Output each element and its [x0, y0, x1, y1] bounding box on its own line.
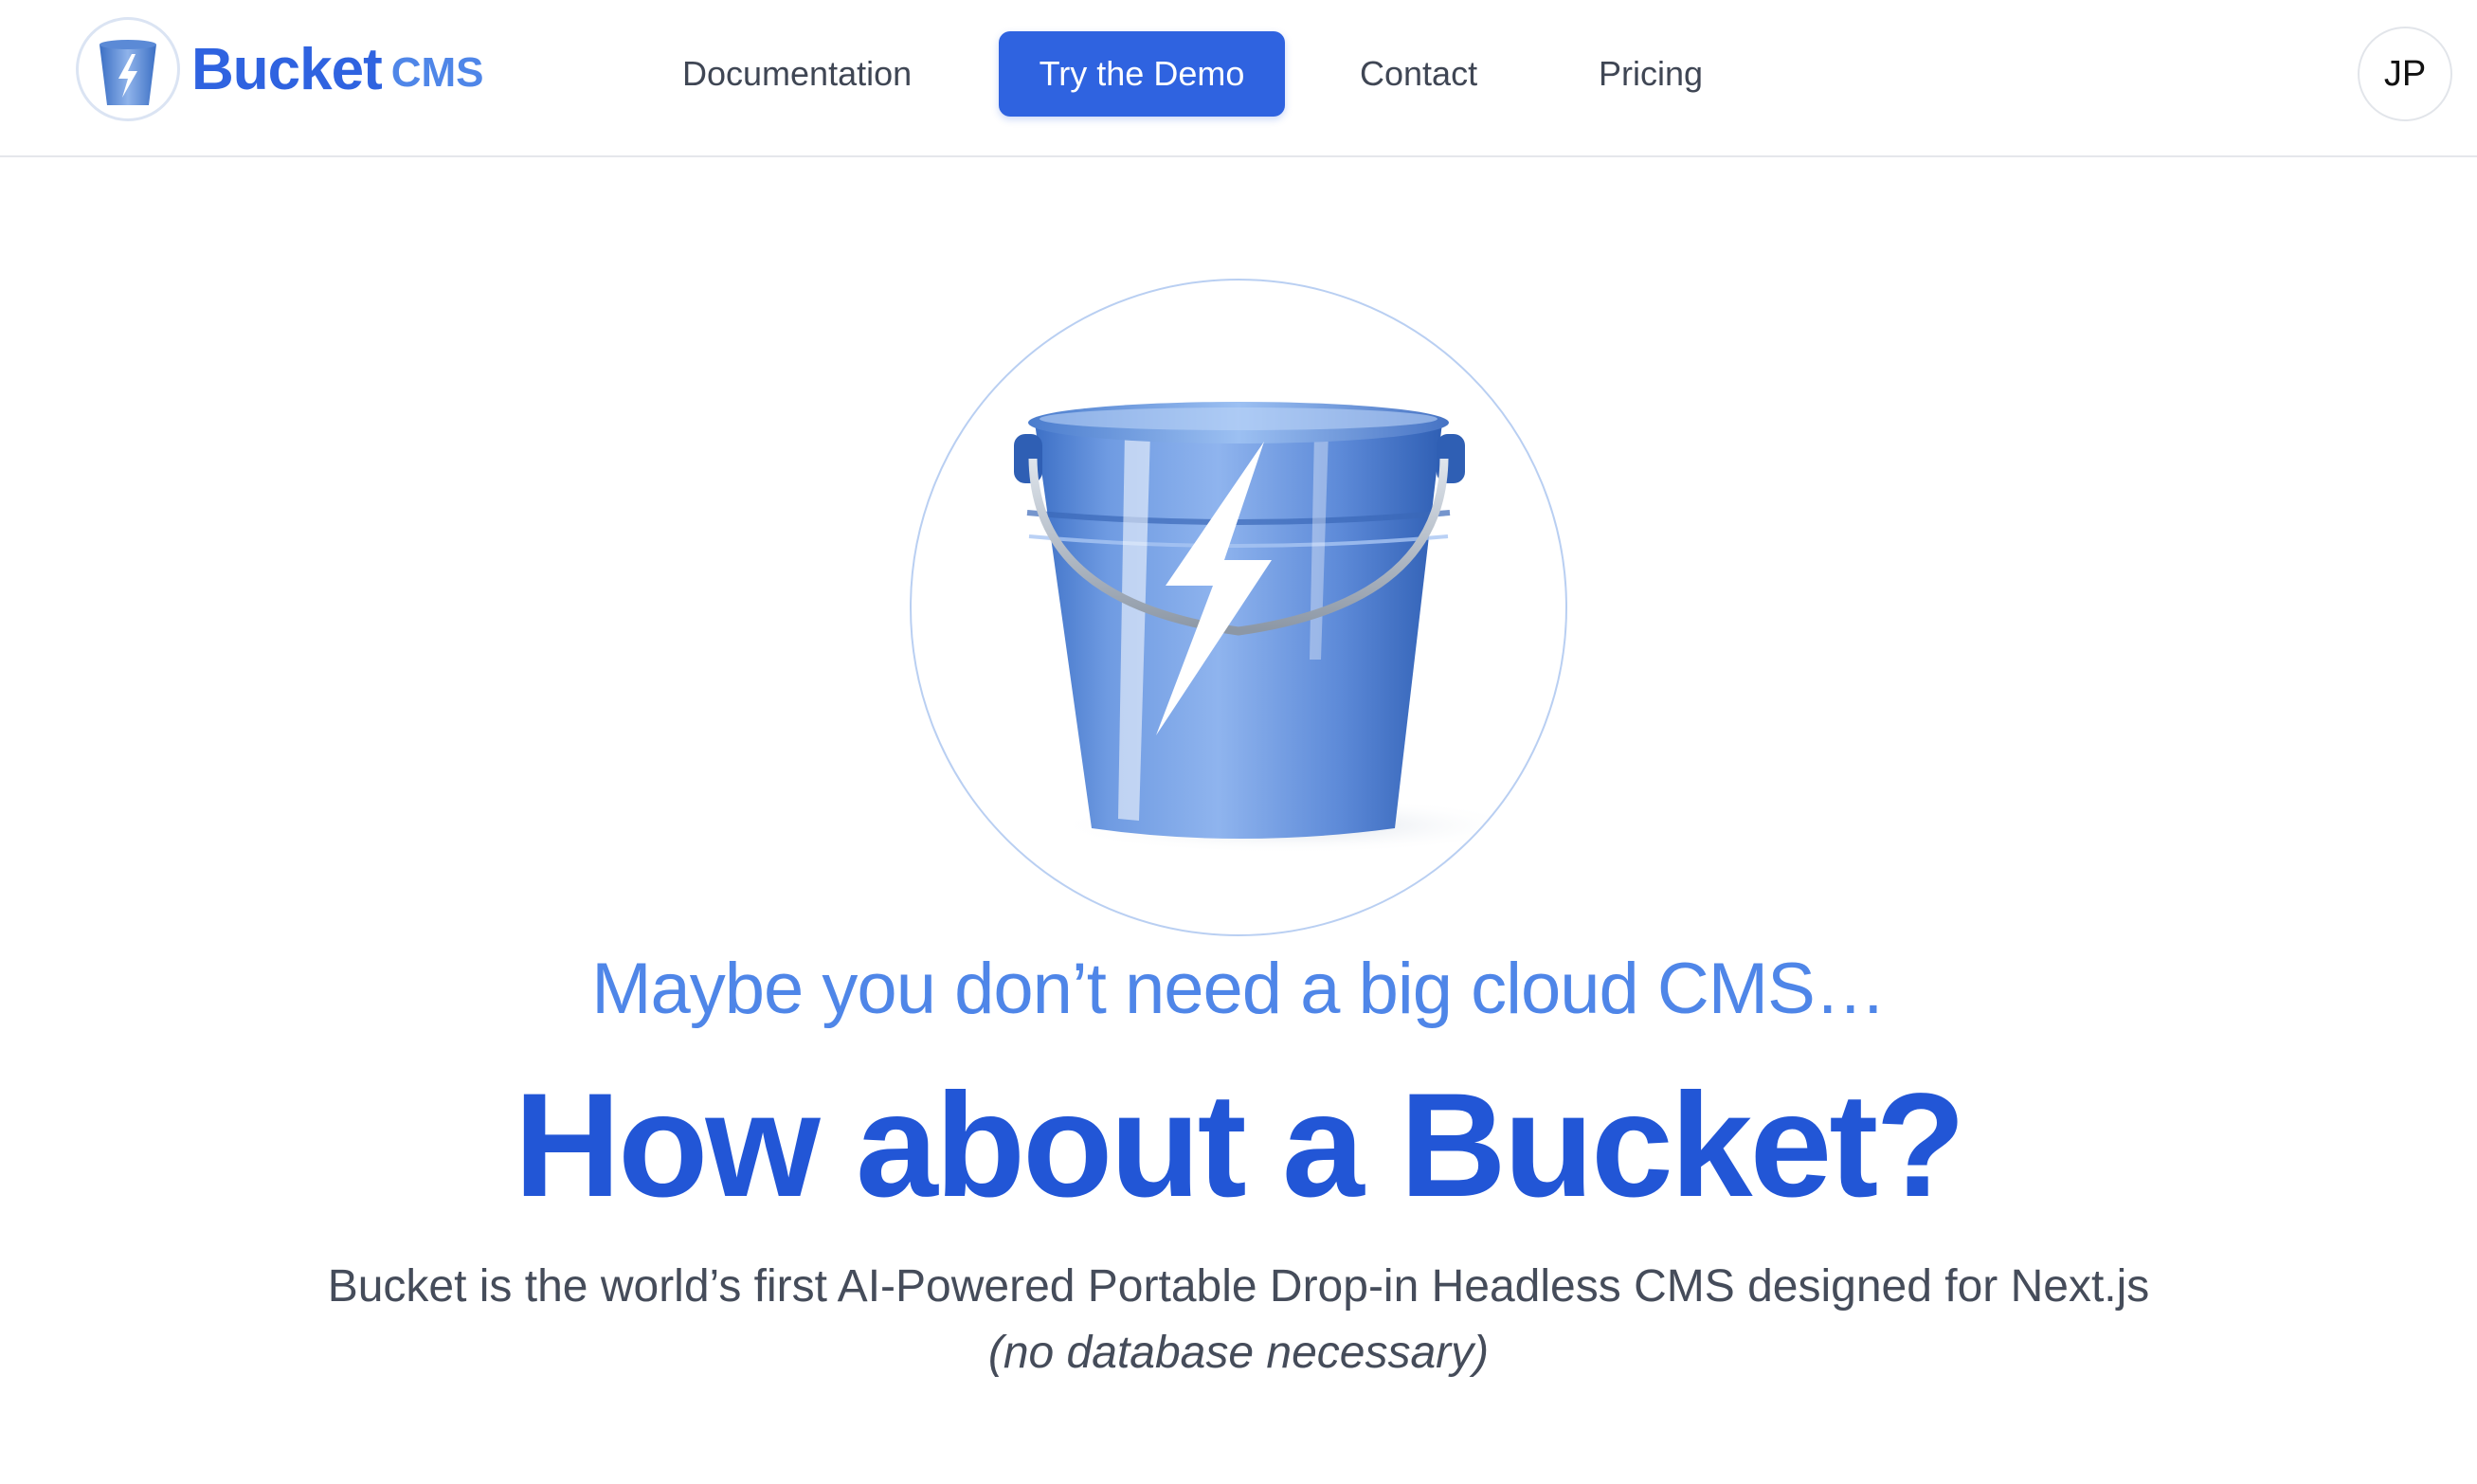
hero-description: Bucket is the world’s first AI-Powered P…: [327, 1261, 2150, 1312]
logo-suffix-text: CMS: [390, 49, 484, 96]
logo-brand-text: Bucket: [191, 36, 383, 102]
nav-pricing-link[interactable]: Pricing: [1599, 31, 1703, 117]
hero-headline: How about a Bucket?: [514, 1063, 1965, 1228]
hero-subtitle: Maybe you don’t need a big cloud CMS…: [591, 949, 1887, 1029]
hero-note: (no database necessary): [987, 1328, 1490, 1378]
logo-home-link[interactable]: Bucket CMS: [76, 17, 484, 121]
nav-contact-link[interactable]: Contact: [1360, 31, 1477, 117]
nav-documentation-link[interactable]: Documentation: [682, 31, 912, 117]
site-header: Bucket CMS Documentation Try the Demo Co…: [0, 0, 2477, 157]
try-demo-button[interactable]: Try the Demo: [999, 31, 1285, 117]
bucket-logo-icon: [76, 17, 180, 121]
user-avatar[interactable]: JP: [2358, 27, 2452, 121]
hero-bucket-illustration: [910, 279, 1567, 936]
